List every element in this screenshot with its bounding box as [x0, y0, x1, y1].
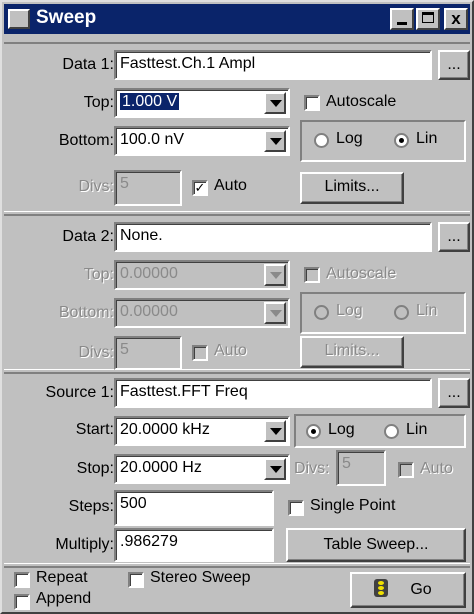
data1-bottom-label: Bottom: [58, 132, 114, 149]
data2-lin-radio[interactable] [394, 305, 409, 320]
data2-input[interactable]: None. [114, 222, 432, 252]
source1-stop-label: Stop: [76, 460, 114, 477]
data1-divs-label: Divs: [78, 178, 114, 195]
source1-multiply-label: Multiply: [55, 536, 114, 553]
maximize-icon [422, 12, 434, 23]
data1-autoscale-label: Autoscale [326, 93, 397, 110]
title-bar[interactable]: Sweep x [4, 4, 470, 34]
data1-log-radio[interactable] [314, 133, 329, 148]
data1-section: Data 1: Fasttest.Ch.1 Ampl ... Top: 1.00… [4, 42, 470, 212]
source1-log-radio[interactable] [306, 424, 321, 439]
data1-divs-input[interactable]: 5 [114, 170, 182, 206]
source1-auto-checkbox[interactable] [398, 462, 414, 478]
data2-autoscale-label: Autoscale [326, 265, 397, 282]
source1-steps-label: Steps: [68, 498, 114, 515]
data2-log-label: Log [336, 302, 363, 319]
source1-lin-label: Lin [406, 421, 428, 438]
traffic-light-icon [374, 579, 388, 597]
chevron-down-icon[interactable] [264, 420, 286, 442]
go-label: Go [410, 581, 432, 598]
data2-autoscale-checkbox[interactable] [304, 267, 320, 283]
data1-lin-radio[interactable] [394, 133, 409, 148]
data2-auto-label: Auto [214, 342, 247, 359]
check-icon: ✓ [194, 180, 206, 195]
data2-bottom-select[interactable]: 0.00000 [114, 298, 290, 328]
data2-limits-button[interactable]: Limits... [300, 336, 404, 368]
data2-label: Data 2: [62, 228, 114, 245]
source1-start-select[interactable]: 20.0000 kHz [114, 416, 290, 446]
chevron-down-icon[interactable] [264, 264, 286, 286]
data1-top-label: Top: [83, 94, 114, 111]
chevron-down-icon[interactable] [264, 302, 286, 324]
source1-scale-group: Log Lin [294, 414, 466, 448]
chevron-down-icon[interactable] [264, 458, 286, 480]
chevron-down-icon[interactable] [264, 92, 286, 114]
data1-input[interactable]: Fasttest.Ch.1 Ampl [114, 50, 432, 80]
data2-scale-group: Log Lin [300, 292, 466, 334]
source1-lin-radio[interactable] [384, 424, 399, 439]
source1-label: Source 1: [45, 384, 114, 401]
source1-single-point-label: Single Point [310, 497, 396, 514]
source1-steps-input[interactable]: 500 [114, 490, 274, 526]
window-icon[interactable] [8, 9, 30, 29]
sweep-window: Sweep x Data 1: Fasttest.Ch.1 Ampl ... T… [0, 0, 474, 614]
stereo-sweep-label: Stereo Sweep [150, 569, 251, 586]
data2-section: Data 2: None. ... Top: 0.00000 Autoscale… [4, 214, 470, 370]
source1-start-label: Start: [75, 421, 114, 438]
data2-top-select[interactable]: 0.00000 [114, 260, 290, 290]
repeat-checkbox[interactable] [14, 572, 30, 588]
data2-auto-checkbox[interactable] [192, 345, 208, 361]
source1-input[interactable]: Fasttest.FFT Freq [114, 378, 432, 408]
data1-browse-button[interactable]: ... [438, 50, 470, 80]
data2-lin-label: Lin [416, 302, 438, 319]
chevron-down-icon[interactable] [264, 130, 286, 152]
data2-top-label: Top: [83, 266, 114, 283]
source1-table-sweep-button[interactable]: Table Sweep... [286, 528, 466, 562]
source1-single-point-checkbox[interactable] [288, 500, 304, 516]
data1-autoscale-checkbox[interactable] [304, 95, 320, 111]
close-icon: x [451, 9, 461, 28]
source1-stop-select[interactable]: 20.0000 Hz [114, 454, 290, 484]
data2-log-radio[interactable] [314, 305, 329, 320]
data1-auto-checkbox[interactable]: ✓ [192, 180, 208, 196]
repeat-label: Repeat [36, 569, 88, 586]
source1-divs-label: Divs: [294, 460, 330, 477]
data1-bottom-select[interactable]: 100.0 nV [114, 126, 290, 156]
source1-log-label: Log [328, 421, 355, 438]
source1-browse-button[interactable]: ... [438, 378, 470, 408]
options-section: Repeat Stereo Sweep Append Go [4, 566, 470, 612]
window-title: Sweep [36, 7, 97, 28]
stereo-sweep-checkbox[interactable] [128, 572, 144, 588]
append-label: Append [36, 590, 92, 607]
maximize-button[interactable] [416, 8, 440, 30]
data2-divs-label: Divs: [78, 344, 114, 361]
close-button[interactable]: x [444, 8, 468, 30]
append-checkbox[interactable] [14, 594, 30, 610]
minimize-button[interactable] [390, 8, 414, 30]
data1-lin-label: Lin [416, 130, 438, 147]
source1-multiply-input[interactable]: .986279 [114, 528, 274, 562]
minimize-icon [397, 22, 407, 25]
data1-scale-group: Log Lin [300, 120, 466, 162]
data1-label: Data 1: [62, 56, 114, 73]
data1-auto-label: Auto [214, 177, 247, 194]
data2-browse-button[interactable]: ... [438, 222, 470, 252]
data2-bottom-label: Bottom: [58, 304, 114, 321]
source1-section: Source 1: Fasttest.FFT Freq ... Start: 2… [4, 372, 470, 564]
data1-limits-button[interactable]: Limits... [300, 172, 404, 204]
source1-auto-label: Auto [420, 460, 453, 477]
data1-top-select[interactable]: 1.000 V [114, 88, 290, 118]
go-button[interactable]: Go [350, 572, 466, 608]
data2-divs-input[interactable]: 5 [114, 336, 182, 370]
source1-divs-input[interactable]: 5 [336, 450, 386, 486]
data1-log-label: Log [336, 130, 363, 147]
